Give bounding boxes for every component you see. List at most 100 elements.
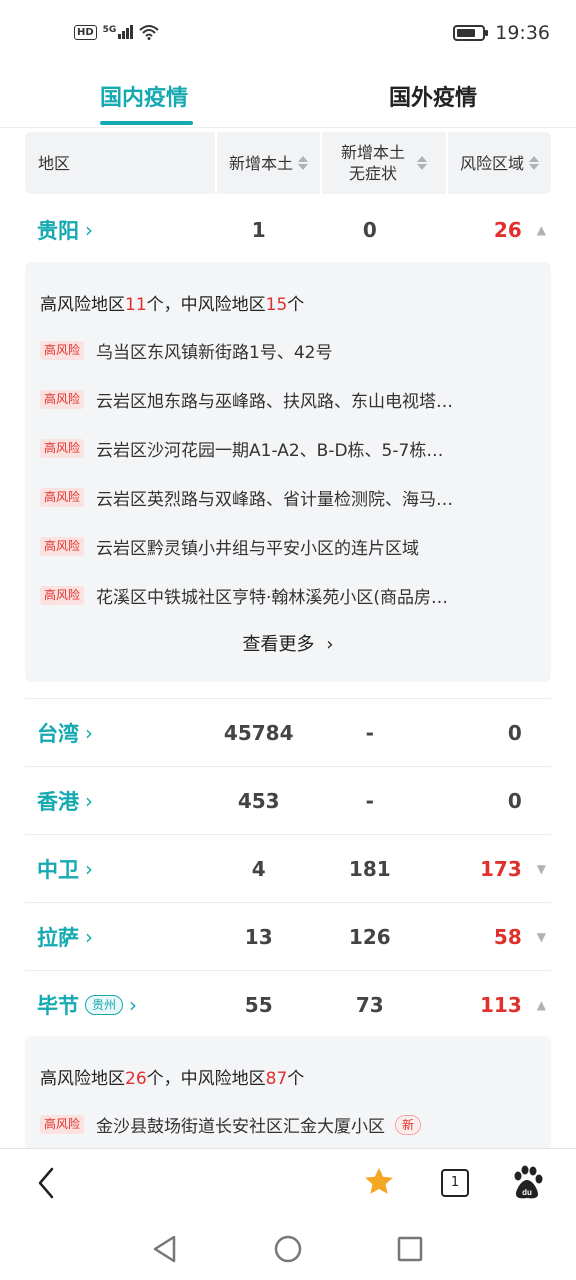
new-local-value: 1 <box>251 218 266 242</box>
region-link[interactable]: 中卫 <box>37 854 79 884</box>
header-asym-line1: 新增本土 <box>340 143 405 162</box>
high-risk-count: 11 <box>125 295 147 315</box>
star-icon[interactable] <box>362 1165 396 1199</box>
list-item[interactable]: 高风险 云岩区黔灵镇小井组与平安小区的连片区域 <box>40 534 540 559</box>
expand-icon[interactable]: ▼ <box>532 862 551 876</box>
new-local-value: 45784 <box>223 720 294 745</box>
network-type-label: 5G <box>102 25 117 35</box>
header-region: 地区 <box>25 132 215 194</box>
collapse-icon[interactable]: ▲ <box>532 998 551 1012</box>
region-cell: 拉萨 › <box>25 922 208 952</box>
new-local-value: 453 <box>237 788 280 813</box>
table-row[interactable]: 香港 › 453 - 0 <box>25 766 551 834</box>
region-cell: 贵阳 › <box>25 215 208 245</box>
high-risk-badge: 高风险 <box>40 586 85 605</box>
risk-area-text: 乌当区东风镇新街路1号、42号 <box>96 343 333 363</box>
header-new-asymptomatic-label: 新增本土 无症状 <box>341 142 405 184</box>
header-new-local[interactable]: 新增本土 <box>215 132 320 194</box>
province-tag: 贵州 <box>85 994 124 1015</box>
risk-area-text: 花溪区中铁城社区亨特·翰林溪苑小区(商品房… <box>96 588 449 608</box>
high-risk-badge: 高风险 <box>40 1115 85 1134</box>
table-row[interactable]: 贵阳 › 1 0 26 ▲ <box>25 196 551 264</box>
risk-detail-panel: 高风险地区26个，中风险地区87个 高风险 金沙县鼓场街道长安社区汇金大厦小区 … <box>25 1036 551 1148</box>
region-cell: 台湾 › <box>25 718 208 748</box>
summary-text: 个，中风险地区 <box>146 1069 266 1089</box>
tab-domestic[interactable]: 国内疫情 <box>100 80 188 112</box>
see-more-button[interactable]: 查看更多 › <box>25 630 551 656</box>
risk-detail-panel: 高风险地区11个，中风险地区15个 高风险 乌当区东风镇新街路1号、42号 高风… <box>25 262 551 682</box>
new-badge: 新 <box>395 1114 422 1135</box>
risk-value: 173 <box>480 856 522 881</box>
table-header: 地区 新增本土 新增本土 无症状 风险区域 <box>25 132 551 194</box>
sort-icon <box>417 156 427 170</box>
baidu-paw-icon[interactable]: du <box>510 1165 544 1201</box>
header-new-asymptomatic[interactable]: 新增本土 无症状 <box>320 132 446 194</box>
table-row[interactable]: 中卫 › 4 181 173 ▼ <box>25 834 551 902</box>
chevron-right-icon: › <box>85 924 93 949</box>
header-region-label: 地区 <box>38 153 71 173</box>
list-item[interactable]: 高风险 云岩区旭东路与巫峰路、扶风路、东山电视塔… <box>40 387 540 412</box>
risk-area-text: 云岩区沙河花园一期A1-A2、B-D栋、5-7栋… <box>96 441 444 461</box>
risk-summary: 高风险地区11个，中风险地区15个 <box>40 290 304 315</box>
list-item[interactable]: 高风险 花溪区中铁城社区亨特·翰林溪苑小区(商品房… <box>40 583 540 608</box>
summary-text: 高风险地区 <box>40 295 125 315</box>
chevron-right-icon: › <box>326 634 334 655</box>
nav-recents-icon[interactable] <box>396 1234 424 1264</box>
high-risk-badge: 高风险 <box>40 439 85 458</box>
region-link[interactable]: 台湾 <box>37 718 79 748</box>
region-link[interactable]: 拉萨 <box>37 922 79 952</box>
sort-icon <box>298 156 308 170</box>
header-risk-areas-label: 风险区域 <box>459 153 524 173</box>
collapse-icon[interactable]: ▲ <box>532 223 551 237</box>
table-row[interactable]: 毕节 贵州 › 55 73 113 ▲ <box>25 970 551 1038</box>
tab-overseas[interactable]: 国外疫情 <box>389 80 477 112</box>
asymptomatic-value: - <box>365 720 374 745</box>
active-tab-indicator <box>100 121 193 125</box>
asymptomatic-value: 0 <box>362 218 377 242</box>
list-item[interactable]: 高风险 金沙县鼓场街道长安社区汇金大厦小区 新 <box>40 1112 540 1137</box>
table-row[interactable]: 拉萨 › 13 126 58 ▼ <box>25 902 551 970</box>
region-link[interactable]: 贵阳 <box>37 215 79 245</box>
header-asym-line2: 无症状 <box>348 164 397 183</box>
risk-value: 0 <box>507 720 522 745</box>
new-local-value: 13 <box>244 924 273 949</box>
back-icon[interactable] <box>30 1163 60 1203</box>
region-cell: 中卫 › <box>25 854 208 884</box>
risk-area-text: 金沙县鼓场街道长安社区汇金大厦小区 <box>96 1117 386 1137</box>
chevron-right-icon: › <box>129 992 138 1017</box>
risk-area-text: 云岩区黔灵镇小井组与平安小区的连片区域 <box>96 539 420 559</box>
header-risk-areas[interactable]: 风险区域 <box>446 132 551 194</box>
nav-back-icon[interactable] <box>150 1234 178 1264</box>
region-link[interactable]: 香港 <box>37 786 79 816</box>
summary-text: 个 <box>287 295 305 315</box>
status-bar: HD 5G 19:36 <box>0 0 576 70</box>
region-cell: 香港 › <box>25 786 208 816</box>
risk-value: 113 <box>480 992 522 1017</box>
chevron-right-icon: › <box>85 720 93 745</box>
risk-value: 0 <box>507 788 522 813</box>
high-risk-badge: 高风险 <box>40 341 85 360</box>
risk-summary: 高风险地区26个，中风险地区87个 <box>40 1064 304 1089</box>
chevron-right-icon: › <box>85 856 93 881</box>
list-item[interactable]: 高风险 云岩区沙河花园一期A1-A2、B-D栋、5-7栋… <box>40 436 540 461</box>
region-link[interactable]: 毕节 <box>37 990 79 1020</box>
high-risk-badge: 高风险 <box>40 537 85 556</box>
system-navigation-bar <box>0 1218 576 1280</box>
browser-toolbar: 1 du <box>0 1148 576 1218</box>
see-more-label: 查看更多 <box>242 634 315 655</box>
sort-icon <box>529 156 539 170</box>
table-row[interactable]: 台湾 › 45784 - 0 <box>25 698 551 766</box>
status-right: 19:36 <box>453 22 550 44</box>
region-cell: 毕节 贵州 › <box>25 990 208 1020</box>
nav-home-icon[interactable] <box>273 1234 303 1264</box>
tabs-icon[interactable]: 1 <box>441 1169 469 1197</box>
expand-icon[interactable]: ▼ <box>532 930 551 944</box>
tab-bar: 国内疫情 国外疫情 <box>0 70 576 128</box>
list-item[interactable]: 高风险 云岩区英烈路与双峰路、省计量检测院、海马… <box>40 485 540 510</box>
mid-risk-count: 87 <box>265 1069 288 1089</box>
asymptomatic-value: 126 <box>348 924 391 949</box>
battery-icon <box>453 25 489 41</box>
high-risk-badge: 高风险 <box>40 488 85 507</box>
chevron-right-icon: › <box>85 788 93 813</box>
list-item[interactable]: 高风险 乌当区东风镇新街路1号、42号 <box>40 338 540 363</box>
